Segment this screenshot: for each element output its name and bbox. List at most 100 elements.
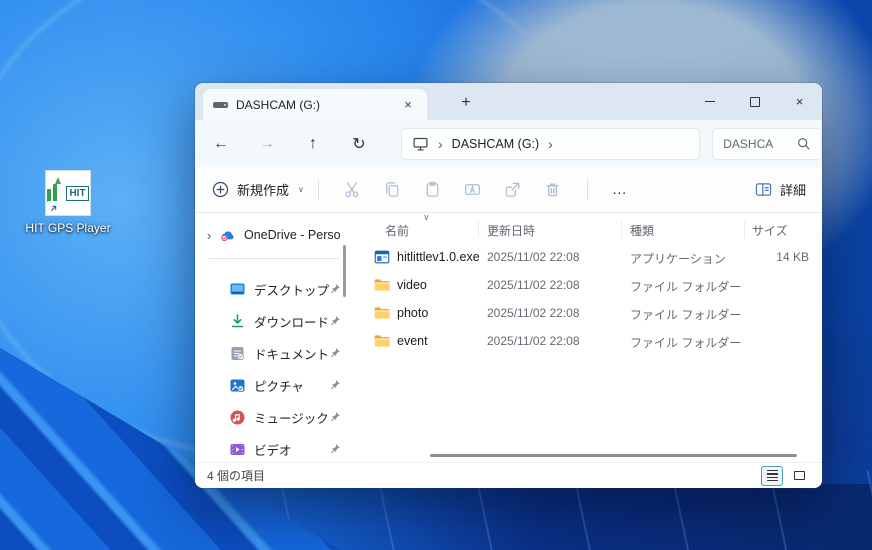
large-icons-view-button[interactable] — [788, 466, 810, 486]
documents-folder-icon — [231, 346, 244, 360]
folder-name[interactable]: photo — [397, 306, 428, 320]
search-icon — [798, 138, 810, 150]
file-row-event[interactable]: event 2025/11/02 22:08 ファイル フォルダー — [365, 327, 813, 355]
window-controls: × — [687, 83, 822, 120]
new-item-button[interactable]: 新規作成 ∨ — [211, 180, 304, 199]
hit-logo-bars-icon — [47, 177, 63, 203]
breadcrumb-chevron-icon: › — [438, 135, 443, 152]
videos-folder-icon — [230, 443, 245, 455]
file-size: 14 KB — [776, 250, 809, 264]
folder-type: ファイル フォルダー — [630, 308, 742, 322]
up-button[interactable]: ↑ — [297, 128, 329, 160]
expand-chevron-icon[interactable]: › — [199, 228, 219, 243]
horizontal-scrollbar[interactable] — [430, 454, 797, 457]
details-pane-button[interactable]: 詳細 — [754, 180, 806, 199]
column-header-date[interactable]: 更新日時 — [487, 222, 535, 239]
tab-bar: DASHCAM (G:) × + × — [195, 83, 822, 120]
column-header-size[interactable]: サイズ — [752, 222, 788, 239]
new-tab-button[interactable]: + — [453, 91, 479, 115]
folder-name[interactable]: video — [397, 278, 427, 292]
sidebar-item-onedrive[interactable]: › OneDrive - Perso — [199, 221, 349, 249]
see-more-button[interactable]: … — [602, 181, 638, 198]
close-button[interactable]: × — [777, 83, 822, 120]
sidebar-item-downloads[interactable]: ダウンロード — [199, 307, 349, 335]
file-row-hitlittlev[interactable]: hitlittlev1.0.exe 2025/11/02 22:08 アプリケー… — [365, 243, 813, 271]
share-button[interactable] — [493, 174, 533, 206]
hit-logo-text: HIT — [66, 185, 89, 201]
column-separator[interactable] — [621, 221, 622, 238]
maximize-button[interactable] — [732, 83, 777, 120]
sidebar-item-documents[interactable]: ドキュメント — [199, 339, 349, 367]
column-header-name[interactable]: 名前 — [385, 222, 409, 239]
refresh-button[interactable]: ↻ — [343, 128, 375, 160]
sidebar-item-label: ドキュメント — [254, 347, 329, 362]
desktop-shortcut-hit-gps-player[interactable]: HIT HIT GPS Player — [12, 170, 124, 235]
toolbar-divider — [317, 178, 319, 201]
toolbar-divider — [586, 178, 588, 201]
this-pc-icon — [413, 137, 428, 151]
status-bar: 4 個の項目 — [195, 462, 822, 488]
sidebar-item-videos[interactable]: ビデオ — [199, 435, 349, 462]
sidebar-item-label: デスクトップ — [254, 283, 329, 298]
item-count: 4 個の項目 — [207, 469, 266, 483]
details-view-button[interactable] — [761, 465, 783, 486]
folder-date: 2025/11/02 22:08 — [487, 278, 580, 292]
paste-button[interactable] — [413, 174, 453, 206]
tab-dashcam[interactable]: DASHCAM (G:) × — [203, 89, 427, 120]
maximize-icon — [749, 96, 760, 107]
file-name[interactable]: hitlittlev1.0.exe — [397, 250, 480, 264]
navigation-pane: › OneDrive - Perso デスクトップ ダウンロード ドキュメント … — [195, 213, 360, 462]
shortcut-label: HIT GPS Player — [25, 221, 111, 235]
sidebar-item-label: ビデオ — [254, 443, 292, 458]
column-header-type[interactable]: 種類 — [630, 222, 654, 239]
minimize-button[interactable] — [687, 83, 732, 120]
sidebar-item-music[interactable]: ミュージック — [199, 403, 349, 431]
breadcrumb[interactable]: › DASHCAM (G:) › — [401, 127, 701, 160]
folder-icon — [374, 307, 390, 319]
hit-gps-player-icon[interactable]: HIT — [45, 170, 91, 216]
plus-circle-icon — [212, 181, 229, 198]
pictures-folder-icon — [230, 379, 245, 392]
folder-type: ファイル フォルダー — [630, 336, 742, 350]
details-pane-label: 詳細 — [779, 183, 806, 198]
column-separator[interactable] — [744, 221, 745, 238]
command-toolbar: 新規作成 ∨ … 詳細 — [195, 167, 822, 213]
folder-icon — [374, 335, 390, 347]
large-icons-view-icon — [793, 471, 805, 480]
pin-icon — [331, 380, 340, 390]
search-input[interactable]: DASHCA — [712, 127, 822, 160]
file-row-photo[interactable]: photo 2025/11/02 22:08 ファイル フォルダー — [365, 299, 813, 327]
back-button[interactable]: ← — [205, 128, 237, 160]
folder-type: ファイル フォルダー — [630, 280, 742, 294]
sidebar-scrollbar[interactable] — [343, 245, 346, 297]
details-pane-icon — [755, 183, 772, 196]
folder-name[interactable]: event — [397, 334, 428, 348]
forward-button[interactable]: → — [251, 128, 283, 160]
column-separator[interactable] — [478, 221, 479, 238]
pin-icon — [331, 284, 340, 294]
delete-button[interactable] — [533, 174, 573, 206]
sidebar-item-label: ミュージック — [254, 411, 329, 426]
breadcrumb-item-dashcam[interactable]: DASHCAM (G:) — [452, 137, 540, 151]
file-type: アプリケーション — [630, 252, 726, 266]
pin-icon — [331, 348, 340, 358]
breadcrumb-chevron-icon[interactable]: › — [548, 136, 553, 152]
rename-button[interactable] — [453, 174, 493, 206]
search-value: DASHCA — [723, 136, 774, 151]
share-icon — [506, 182, 520, 197]
column-headers: 名前 更新日時 種類 サイズ — [365, 218, 815, 242]
file-row-video[interactable]: video 2025/11/02 22:08 ファイル フォルダー — [365, 271, 813, 299]
folder-date: 2025/11/02 22:08 — [487, 306, 580, 320]
application-icon — [374, 250, 390, 264]
cut-button[interactable] — [333, 174, 373, 206]
sidebar-item-label: ダウンロード — [254, 315, 329, 330]
copy-button[interactable] — [373, 174, 413, 206]
desktop-folder-icon — [230, 283, 245, 294]
tab-close-icon[interactable]: × — [399, 97, 417, 112]
pin-icon — [331, 444, 340, 454]
paste-icon — [427, 181, 439, 197]
downloads-folder-icon — [231, 313, 244, 327]
sidebar-item-pictures[interactable]: ピクチャ — [199, 371, 349, 399]
sidebar-item-desktop[interactable]: デスクトップ — [199, 275, 349, 303]
details-view-icon — [766, 469, 778, 482]
